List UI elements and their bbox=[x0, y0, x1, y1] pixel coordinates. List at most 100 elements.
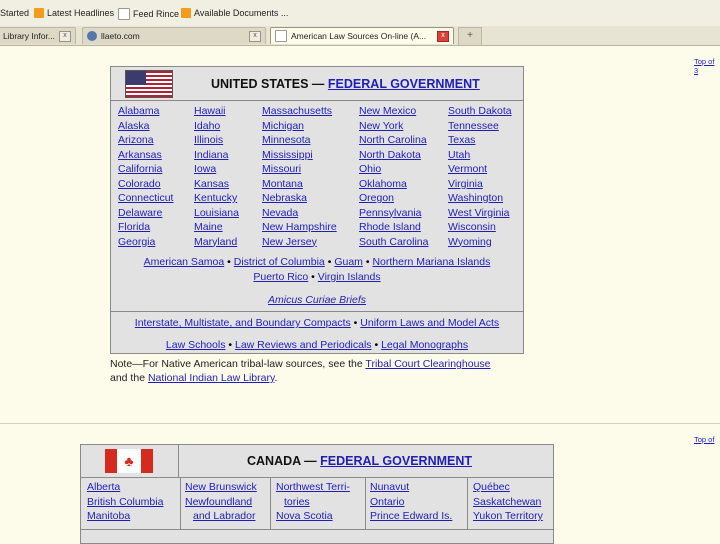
canada-federal-government-link[interactable]: FEDERAL GOVERNMENT bbox=[320, 454, 472, 468]
state-link[interactable]: Indiana bbox=[194, 148, 239, 163]
state-link[interactable]: Kansas bbox=[194, 177, 239, 192]
state-link[interactable]: Pennsylvania bbox=[359, 206, 428, 221]
bookmark-started[interactable]: Started bbox=[0, 8, 29, 18]
province-link[interactable]: Northwest Terri- bbox=[276, 480, 350, 495]
state-link[interactable]: South Dakota bbox=[448, 104, 512, 119]
canada-table-title: CANADA — FEDERAL GOVERNMENT bbox=[247, 454, 472, 468]
state-link[interactable]: New York bbox=[359, 119, 428, 134]
new-tab-button[interactable]: + bbox=[458, 27, 482, 45]
state-link[interactable]: Utah bbox=[448, 148, 512, 163]
state-link[interactable]: West Virginia bbox=[448, 206, 512, 221]
bookmark-feed-rince[interactable]: Feed Rince bbox=[118, 8, 179, 20]
state-link[interactable]: Ohio bbox=[359, 162, 428, 177]
law-schools-link[interactable]: Law Schools bbox=[166, 339, 226, 351]
canada-title-text: CANADA — bbox=[247, 454, 317, 468]
state-link[interactable]: Washington bbox=[448, 191, 512, 206]
province-link[interactable]: British Columbia bbox=[87, 495, 163, 510]
bookmark-label: Available Documents ... bbox=[194, 8, 289, 18]
compacts-link[interactable]: Interstate, Multistate, and Boundary Com… bbox=[135, 317, 351, 329]
province-link[interactable]: Alberta bbox=[87, 480, 163, 495]
province-link[interactable]: and Labrador bbox=[185, 509, 257, 524]
amicus-briefs-link[interactable]: Amicus Curiae Briefs bbox=[268, 294, 366, 306]
province-link[interactable]: tories bbox=[276, 495, 350, 510]
state-link[interactable]: Montana bbox=[262, 177, 337, 192]
state-link[interactable]: Virginia bbox=[448, 177, 512, 192]
territory-link[interactable]: Northern Mariana Islands bbox=[372, 256, 490, 268]
tab-american-law-sources[interactable]: American Law Sources On-line (A... x bbox=[270, 27, 454, 44]
territories-row-1: American Samoa • District of Columbia • … bbox=[111, 256, 523, 268]
province-link[interactable]: Ontario bbox=[370, 495, 452, 510]
state-link[interactable]: Nevada bbox=[262, 206, 337, 221]
province-link[interactable]: Prince Edward Is. bbox=[370, 509, 452, 524]
state-link[interactable]: Idaho bbox=[194, 119, 239, 134]
state-link[interactable]: Minnesota bbox=[262, 133, 337, 148]
province-link[interactable]: Newfoundland bbox=[185, 495, 257, 510]
state-link[interactable]: Rhode Island bbox=[359, 220, 428, 235]
state-link[interactable]: Michigan bbox=[262, 119, 337, 134]
state-link[interactable]: Alaska bbox=[118, 119, 173, 134]
state-link[interactable]: Wyoming bbox=[448, 235, 512, 250]
state-link[interactable]: Maryland bbox=[194, 235, 239, 250]
tab-llaeto[interactable]: llaeto.com x bbox=[82, 27, 266, 44]
close-icon[interactable]: x bbox=[59, 30, 71, 42]
state-link[interactable]: Tennessee bbox=[448, 119, 512, 134]
state-link[interactable]: Connecticut bbox=[118, 191, 173, 206]
state-link[interactable]: Nebraska bbox=[262, 191, 337, 206]
law-reviews-link[interactable]: Law Reviews and Periodicals bbox=[235, 339, 372, 351]
state-link[interactable]: Arkansas bbox=[118, 148, 173, 163]
close-icon[interactable]: x bbox=[437, 30, 449, 42]
state-link[interactable]: New Mexico bbox=[359, 104, 428, 119]
state-link[interactable]: Massachusetts bbox=[262, 104, 337, 119]
state-link[interactable]: Arizona bbox=[118, 133, 173, 148]
state-link[interactable]: Vermont bbox=[448, 162, 512, 177]
us-table-header: UNITED STATES — FEDERAL GOVERNMENT bbox=[111, 67, 523, 101]
territory-link[interactable]: Puerto Rico bbox=[253, 271, 308, 283]
state-link[interactable]: Hawaii bbox=[194, 104, 239, 119]
top-of-page-link[interactable]: Top of 3 bbox=[694, 57, 720, 75]
state-link[interactable]: Alabama bbox=[118, 104, 173, 119]
state-link[interactable]: Missouri bbox=[262, 162, 337, 177]
top-of-page-link[interactable]: Top of bbox=[694, 435, 714, 444]
legal-monographs-link[interactable]: Legal Monographs bbox=[381, 339, 468, 351]
state-link[interactable]: Delaware bbox=[118, 206, 173, 221]
province-link[interactable]: Québec bbox=[473, 480, 543, 495]
state-link[interactable]: Mississippi bbox=[262, 148, 337, 163]
territory-link[interactable]: American Samoa bbox=[144, 256, 225, 268]
us-federal-government-link[interactable]: FEDERAL GOVERNMENT bbox=[328, 77, 480, 91]
territory-link[interactable]: Guam bbox=[334, 256, 363, 268]
state-link[interactable]: Iowa bbox=[194, 162, 239, 177]
uniform-laws-link[interactable]: Uniform Laws and Model Acts bbox=[360, 317, 499, 329]
state-link[interactable]: Oklahoma bbox=[359, 177, 428, 192]
tab-library-info[interactable]: Library Infor... x bbox=[0, 27, 76, 44]
state-link[interactable]: South Carolina bbox=[359, 235, 428, 250]
state-link[interactable]: Oregon bbox=[359, 191, 428, 206]
state-link[interactable]: Louisiana bbox=[194, 206, 239, 221]
province-link[interactable]: Manitoba bbox=[87, 509, 163, 524]
province-link[interactable]: Yukon Territory bbox=[473, 509, 543, 524]
state-link[interactable]: Georgia bbox=[118, 235, 173, 250]
territory-link[interactable]: Virgin Islands bbox=[318, 271, 381, 283]
national-indian-law-library-link[interactable]: National Indian Law Library bbox=[148, 372, 274, 384]
state-link[interactable]: Wisconsin bbox=[448, 220, 512, 235]
province-link[interactable]: Nova Scotia bbox=[276, 509, 350, 524]
province-link[interactable]: New Brunswick bbox=[185, 480, 257, 495]
bookmark-available-documents[interactable]: Available Documents ... bbox=[181, 8, 288, 18]
state-link[interactable]: New Hampshire bbox=[262, 220, 337, 235]
state-link[interactable]: Kentucky bbox=[194, 191, 239, 206]
territory-link[interactable]: District of Columbia bbox=[234, 256, 325, 268]
tribal-court-clearinghouse-link[interactable]: Tribal Court Clearinghouse bbox=[365, 358, 490, 370]
state-link[interactable]: California bbox=[118, 162, 173, 177]
state-link[interactable]: North Carolina bbox=[359, 133, 428, 148]
bookmark-latest-headlines[interactable]: Latest Headlines bbox=[34, 8, 114, 18]
state-link[interactable]: Florida bbox=[118, 220, 173, 235]
province-link[interactable]: Nunavut bbox=[370, 480, 452, 495]
state-link[interactable]: Maine bbox=[194, 220, 239, 235]
states-column-2: Hawaii Idaho Illinois Indiana Iowa Kansa… bbox=[194, 104, 239, 249]
state-link[interactable]: North Dakota bbox=[359, 148, 428, 163]
state-link[interactable]: New Jersey bbox=[262, 235, 337, 250]
province-link[interactable]: Saskatchewan bbox=[473, 495, 543, 510]
close-icon[interactable]: x bbox=[249, 30, 261, 42]
state-link[interactable]: Texas bbox=[448, 133, 512, 148]
state-link[interactable]: Illinois bbox=[194, 133, 239, 148]
state-link[interactable]: Colorado bbox=[118, 177, 173, 192]
